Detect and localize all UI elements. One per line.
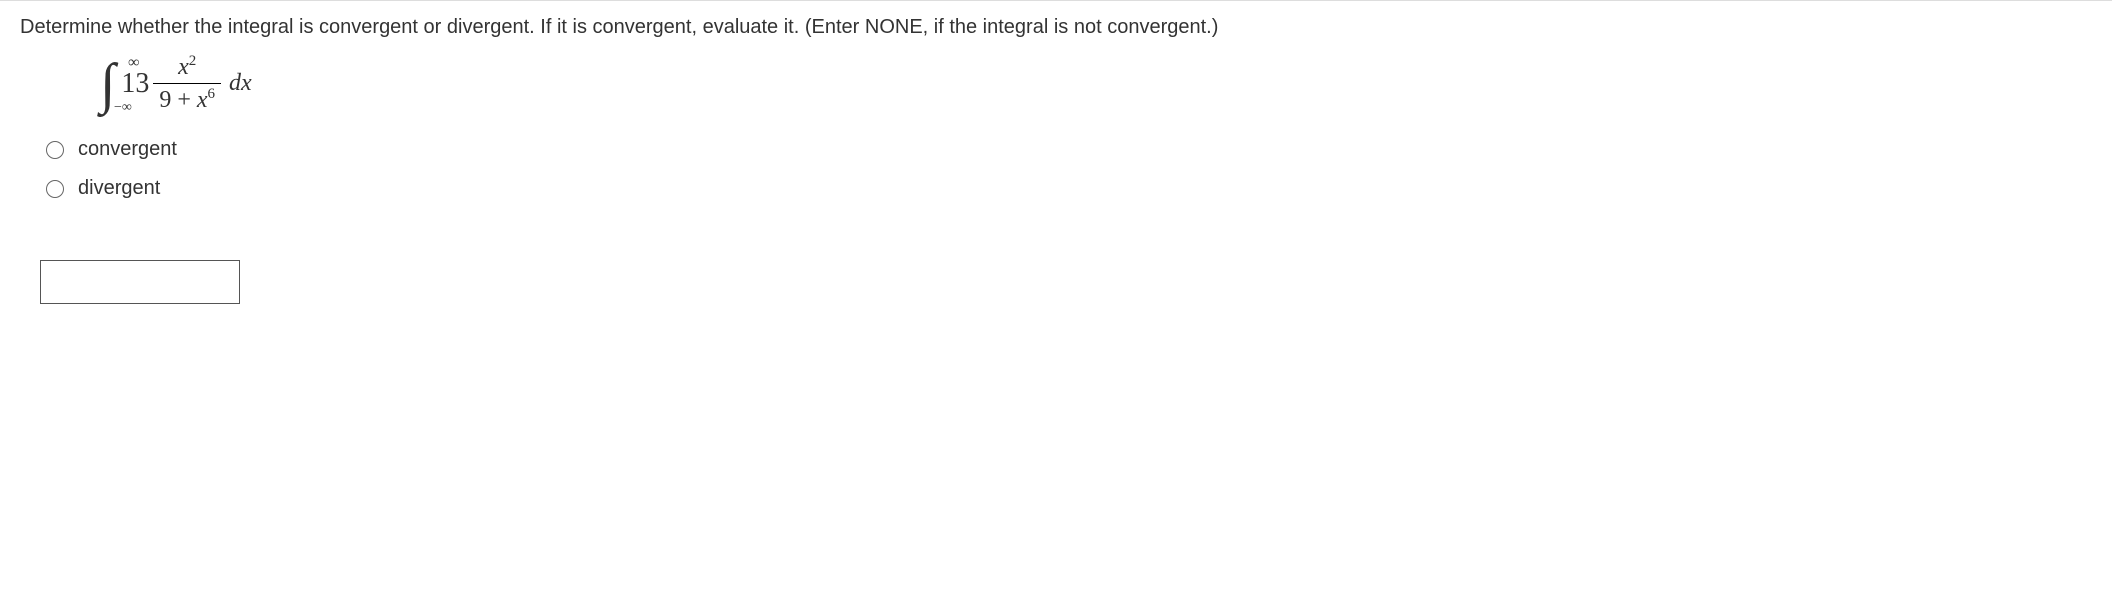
denom-op: + <box>177 87 191 113</box>
option-convergent[interactable]: convergent <box>46 138 2092 161</box>
options-group: convergent divergent <box>46 138 2092 200</box>
radio-divergent[interactable] <box>46 180 64 198</box>
integral-coefficient: 13 <box>121 68 149 100</box>
numerator-exp: 2 <box>189 53 197 69</box>
option-label-divergent: divergent <box>78 177 160 200</box>
fraction-denominator: 9 + x6 <box>153 84 221 114</box>
integral-fraction: x2 9 + x6 <box>153 53 221 114</box>
integral-expression: ∫ ∞ −∞ 13 x2 9 + x6 dx <box>100 53 2092 114</box>
option-label-convergent: convergent <box>78 138 177 161</box>
integral-sign: ∫ ∞ −∞ <box>100 56 115 112</box>
differential: dx <box>229 70 252 97</box>
integral-lower-limit: −∞ <box>114 100 132 116</box>
fraction-numerator: x2 <box>172 53 202 83</box>
integral-upper-limit: ∞ <box>128 54 139 72</box>
question-prompt: Determine whether the integral is conver… <box>20 13 2092 41</box>
numerator-base: x <box>178 54 189 80</box>
answer-input[interactable] <box>40 260 240 304</box>
denom-const: 9 <box>159 87 171 113</box>
denom-exp: 6 <box>208 86 216 102</box>
denom-base: x <box>197 87 208 113</box>
option-divergent[interactable]: divergent <box>46 177 2092 200</box>
radio-convergent[interactable] <box>46 141 64 159</box>
